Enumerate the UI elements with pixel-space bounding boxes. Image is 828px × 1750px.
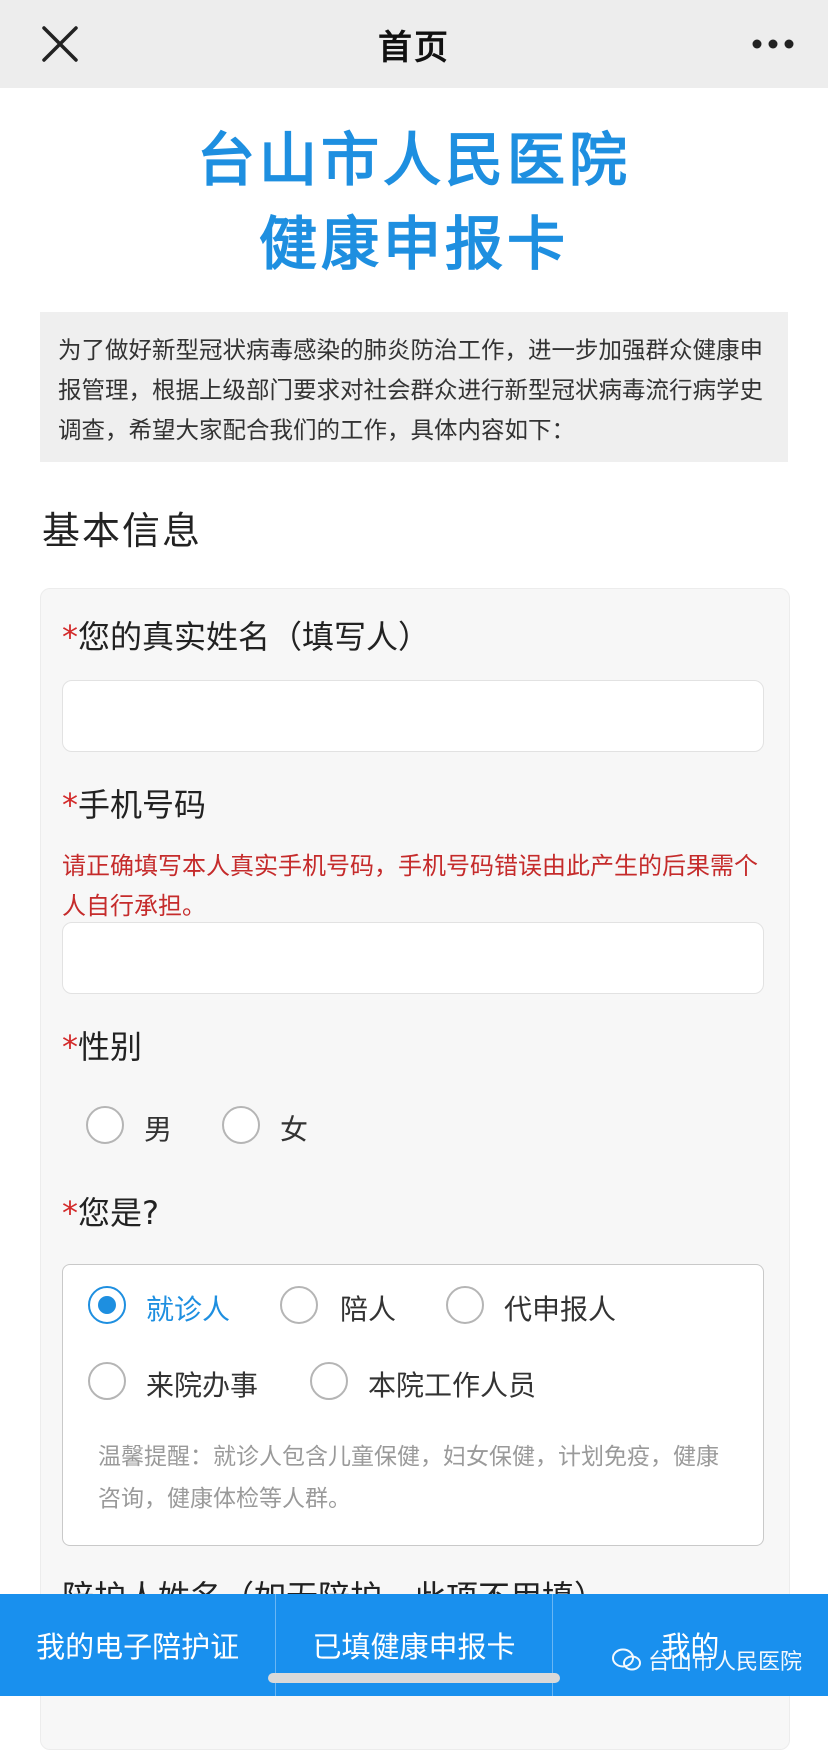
form-name: 健康申报卡 bbox=[258, 210, 569, 278]
phone-warning: 请正确填写本人真实手机号码，手机号码错误由此产生的后果需个人自行承担。 bbox=[62, 852, 758, 920]
phone-label: *手机号码 bbox=[62, 786, 207, 824]
role-companion-label[interactable]: 陪人 bbox=[340, 1288, 396, 1328]
gender-male-radio[interactable] bbox=[86, 1106, 124, 1144]
name-input[interactable] bbox=[62, 680, 764, 752]
role-staff-label[interactable]: 本院工作人员 bbox=[368, 1364, 536, 1404]
section-title-basic-info: 基本信息 bbox=[42, 509, 203, 553]
top-nav-bar: 首页 bbox=[0, 0, 828, 88]
role-proxy-radio[interactable] bbox=[446, 1286, 484, 1324]
gender-label: *性别 bbox=[62, 1028, 143, 1066]
gender-female-radio[interactable] bbox=[222, 1106, 260, 1144]
required-mark: * bbox=[62, 1194, 78, 1232]
role-visitor-radio[interactable] bbox=[88, 1362, 126, 1400]
required-mark: * bbox=[62, 618, 78, 656]
hospital-name: 台山市人民医院 bbox=[196, 126, 631, 194]
role-staff-radio[interactable] bbox=[310, 1362, 348, 1400]
more-options-icon[interactable] bbox=[748, 22, 798, 66]
tab-my-companion-pass[interactable]: 我的电子陪护证 bbox=[0, 1594, 277, 1696]
home-indicator bbox=[268, 1673, 560, 1683]
role-proxy-label[interactable]: 代申报人 bbox=[504, 1288, 616, 1328]
gender-female-label[interactable]: 女 bbox=[280, 1108, 308, 1148]
role-label: *您是? bbox=[62, 1194, 159, 1232]
wechat-icon bbox=[611, 1648, 641, 1671]
role-companion-radio[interactable] bbox=[280, 1286, 318, 1324]
required-mark: * bbox=[62, 1028, 78, 1066]
watermark-text: 台山市人民医院 bbox=[647, 1650, 802, 1675]
form-heading: 台山市人民医院 健康申报卡 bbox=[0, 118, 828, 286]
gender-male-label[interactable]: 男 bbox=[144, 1108, 172, 1148]
required-mark: * bbox=[62, 786, 78, 824]
name-label: *您的真实姓名（填写人） bbox=[62, 618, 431, 656]
role-patient-radio[interactable] bbox=[88, 1286, 126, 1324]
role-patient-label[interactable]: 就诊人 bbox=[146, 1288, 230, 1328]
watermark: 台山市人民医院 bbox=[611, 1644, 802, 1676]
role-visitor-label[interactable]: 来院办事 bbox=[146, 1364, 258, 1404]
role-tip: 温馨提醒：就诊人包含儿童保健，妇女保健，计划免疫，健康咨询，健康体检等人群。 bbox=[98, 1444, 719, 1512]
close-icon[interactable] bbox=[38, 22, 82, 66]
phone-input[interactable] bbox=[62, 922, 764, 994]
page-title: 首页 bbox=[378, 27, 450, 68]
intro-text: 为了做好新型冠状病毒感染的肺炎防治工作，进一步加强群众健康申报管理，根据上级部门… bbox=[40, 312, 788, 462]
